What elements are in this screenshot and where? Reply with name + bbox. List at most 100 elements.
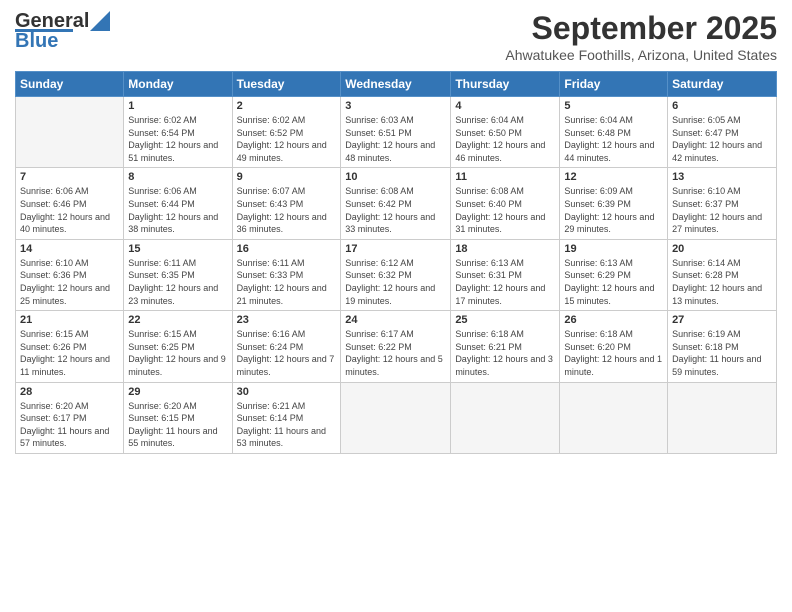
calendar-cell: 12 Sunrise: 6:09 AMSunset: 6:39 PMDayligh… [560,168,668,239]
day-info: Sunrise: 6:04 AMSunset: 6:48 PMDaylight:… [564,114,663,164]
calendar-header-row: SundayMondayTuesdayWednesdayThursdayFrid… [16,72,777,97]
calendar-cell: 11 Sunrise: 6:08 AMSunset: 6:40 PMDayligh… [451,168,560,239]
calendar-table: SundayMondayTuesdayWednesdayThursdayFrid… [15,71,777,454]
day-info: Sunrise: 6:18 AMSunset: 6:21 PMDaylight:… [455,328,555,378]
calendar-cell: 9Sunrise: 6:07 AMSunset: 6:43 PMDaylight… [232,168,341,239]
day-info: Sunrise: 6:04 AMSunset: 6:50 PMDaylight:… [455,114,555,164]
calendar-cell: 13 Sunrise: 6:10 AMSunset: 6:37 PMDayligh… [668,168,777,239]
day-number: 20 [672,243,772,255]
weekday-header-wednesday: Wednesday [341,72,451,97]
day-info: Sunrise: 6:14 AMSunset: 6:28 PMDaylight:… [672,257,772,307]
calendar-cell: 20 Sunrise: 6:14 AMSunset: 6:28 PMDayligh… [668,239,777,310]
day-number: 4 [455,100,555,112]
day-info: Sunrise: 6:02 AMSunset: 6:52 PMDaylight:… [237,114,337,164]
day-info: Sunrise: 6:15 AMSunset: 6:25 PMDaylight:… [128,328,227,378]
calendar-cell: 25 Sunrise: 6:18 AMSunset: 6:21 PMDayligh… [451,311,560,382]
day-number: 26 [564,314,663,326]
day-number: 14 [20,243,119,255]
day-info: Sunrise: 6:11 AMSunset: 6:33 PMDaylight:… [237,257,337,307]
day-number: 28 [20,386,119,398]
calendar-cell: 29Sunrise: 6:20 AMSunset: 6:15 PMDayligh… [124,382,232,453]
calendar-cell: 15Sunrise: 6:11 AMSunset: 6:35 PMDayligh… [124,239,232,310]
day-number: 3 [345,100,446,112]
day-info: Sunrise: 6:21 AMSunset: 6:14 PMDaylight:… [237,400,337,450]
calendar-cell: 16Sunrise: 6:11 AMSunset: 6:33 PMDayligh… [232,239,341,310]
calendar-week-row: 21 Sunrise: 6:15 AMSunset: 6:26 PMDayligh… [16,311,777,382]
calendar-cell [16,97,124,168]
calendar-cell [341,382,451,453]
day-number: 5 [564,100,663,112]
day-info: Sunrise: 6:18 AMSunset: 6:20 PMDaylight:… [564,328,663,378]
day-info: Sunrise: 6:17 AMSunset: 6:22 PMDaylight:… [345,328,446,378]
day-info: Sunrise: 6:15 AMSunset: 6:26 PMDaylight:… [20,328,119,378]
calendar-cell: 2 Sunrise: 6:02 AMSunset: 6:52 PMDaylight… [232,97,341,168]
calendar-cell: 17 Sunrise: 6:12 AMSunset: 6:32 PMDayligh… [341,239,451,310]
day-number: 18 [455,243,555,255]
day-number: 19 [564,243,663,255]
calendar-cell: 24Sunrise: 6:17 AMSunset: 6:22 PMDayligh… [341,311,451,382]
day-info: Sunrise: 6:10 AMSunset: 6:37 PMDaylight:… [672,185,772,235]
day-number: 9 [237,171,337,183]
day-info: Sunrise: 6:16 AMSunset: 6:24 PMDaylight:… [237,328,337,378]
day-number: 17 [345,243,446,255]
day-info: Sunrise: 6:20 AMSunset: 6:17 PMDaylight:… [20,400,119,450]
logo-icon [90,11,110,31]
calendar-cell [668,382,777,453]
day-number: 8 [128,171,227,183]
title-area: September 2025 Ahwatukee Foothills, Ariz… [505,10,777,63]
calendar-cell: 22Sunrise: 6:15 AMSunset: 6:25 PMDayligh… [124,311,232,382]
calendar-cell: 4 Sunrise: 6:04 AMSunset: 6:50 PMDaylight… [451,97,560,168]
day-info: Sunrise: 6:06 AMSunset: 6:46 PMDaylight:… [20,185,119,235]
day-info: Sunrise: 6:11 AMSunset: 6:35 PMDaylight:… [128,257,227,307]
calendar-cell [560,382,668,453]
calendar-cell: 28 Sunrise: 6:20 AMSunset: 6:17 PMDayligh… [16,382,124,453]
day-number: 12 [564,171,663,183]
calendar-cell: 30 Sunrise: 6:21 AMSunset: 6:14 PMDayligh… [232,382,341,453]
calendar-week-row: 1Sunrise: 6:02 AMSunset: 6:54 PMDaylight… [16,97,777,168]
header: General Blue September 2025 Ahwatukee Fo… [15,10,777,63]
calendar-cell: 23 Sunrise: 6:16 AMSunset: 6:24 PMDayligh… [232,311,341,382]
day-info: Sunrise: 6:09 AMSunset: 6:39 PMDaylight:… [564,185,663,235]
day-number: 25 [455,314,555,326]
day-number: 13 [672,171,772,183]
calendar-cell: 18 Sunrise: 6:13 AMSunset: 6:31 PMDayligh… [451,239,560,310]
day-number: 30 [237,386,337,398]
weekday-header-tuesday: Tuesday [232,72,341,97]
calendar-week-row: 28 Sunrise: 6:20 AMSunset: 6:17 PMDayligh… [16,382,777,453]
weekday-header-saturday: Saturday [668,72,777,97]
logo: General Blue [15,10,110,53]
day-info: Sunrise: 6:13 AMSunset: 6:29 PMDaylight:… [564,257,663,307]
calendar-week-row: 7 Sunrise: 6:06 AMSunset: 6:46 PMDaylight… [16,168,777,239]
day-info: Sunrise: 6:02 AMSunset: 6:54 PMDaylight:… [128,114,227,164]
day-number: 10 [345,171,446,183]
day-number: 7 [20,171,119,183]
day-info: Sunrise: 6:08 AMSunset: 6:42 PMDaylight:… [345,185,446,235]
calendar-cell: 26 Sunrise: 6:18 AMSunset: 6:20 PMDayligh… [560,311,668,382]
calendar-cell: 5 Sunrise: 6:04 AMSunset: 6:48 PMDaylight… [560,97,668,168]
day-number: 6 [672,100,772,112]
day-info: Sunrise: 6:08 AMSunset: 6:40 PMDaylight:… [455,185,555,235]
day-number: 2 [237,100,337,112]
calendar-week-row: 14 Sunrise: 6:10 AMSunset: 6:36 PMDayligh… [16,239,777,310]
day-number: 11 [455,171,555,183]
day-info: Sunrise: 6:13 AMSunset: 6:31 PMDaylight:… [455,257,555,307]
day-number: 23 [237,314,337,326]
day-info: Sunrise: 6:10 AMSunset: 6:36 PMDaylight:… [20,257,119,307]
weekday-header-friday: Friday [560,72,668,97]
day-number: 27 [672,314,772,326]
calendar-cell [451,382,560,453]
location-title: Ahwatukee Foothills, Arizona, United Sta… [505,47,777,63]
weekday-header-sunday: Sunday [16,72,124,97]
logo-blue: Blue [15,30,58,53]
weekday-header-thursday: Thursday [451,72,560,97]
calendar-cell: 14 Sunrise: 6:10 AMSunset: 6:36 PMDayligh… [16,239,124,310]
calendar-cell: 8Sunrise: 6:06 AMSunset: 6:44 PMDaylight… [124,168,232,239]
calendar-cell: 3Sunrise: 6:03 AMSunset: 6:51 PMDaylight… [341,97,451,168]
day-info: Sunrise: 6:12 AMSunset: 6:32 PMDaylight:… [345,257,446,307]
day-number: 21 [20,314,119,326]
month-title: September 2025 [505,10,777,47]
calendar-cell: 27Sunrise: 6:19 AMSunset: 6:18 PMDayligh… [668,311,777,382]
day-number: 29 [128,386,227,398]
calendar-cell: 10 Sunrise: 6:08 AMSunset: 6:42 PMDayligh… [341,168,451,239]
page: General Blue September 2025 Ahwatukee Fo… [0,0,792,612]
